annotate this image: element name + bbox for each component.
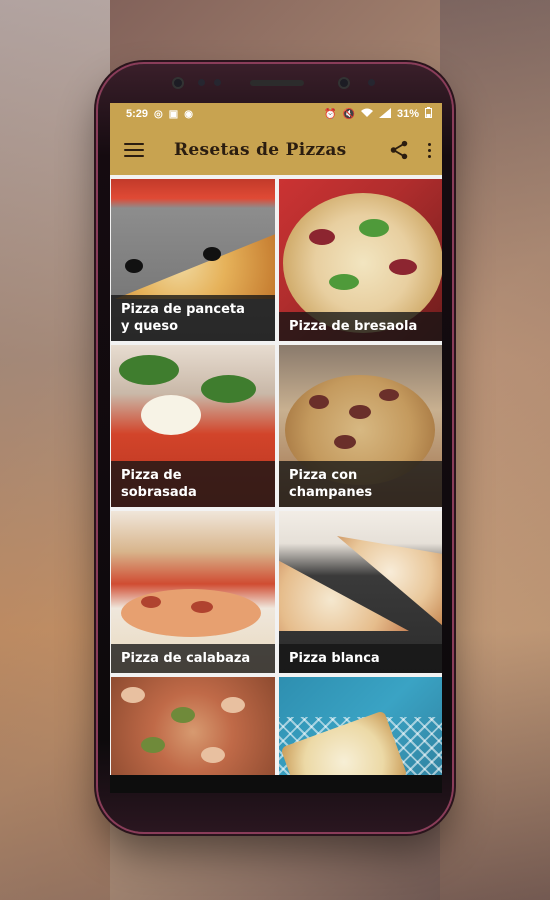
iris-scanner-icon: [338, 77, 350, 89]
navigation-bar: [110, 775, 442, 793]
topping: [191, 601, 213, 613]
status-bar: 5:29 ◎ ▣ ◉ ⏰ 🔇 31%: [110, 103, 442, 125]
recipe-title: Pizza de bresaola: [279, 312, 442, 341]
olive-decoration: [125, 259, 143, 273]
topping: [119, 355, 179, 385]
app-icon: ◉: [184, 108, 193, 120]
recipe-title: Pizza con champanes: [279, 461, 442, 507]
phone-speaker: [250, 80, 304, 86]
status-time: 5:29: [126, 108, 149, 120]
sensor-icon: [368, 79, 375, 86]
topping: [359, 219, 389, 237]
topping: [349, 405, 371, 419]
app-screen: 5:29 ◎ ▣ ◉ ⏰ 🔇 31% Resetas de Pizzas Piz…: [110, 103, 442, 793]
hamburger-menu-icon[interactable]: [124, 143, 144, 157]
topping: [141, 596, 161, 608]
battery-icon: [425, 107, 432, 121]
recipe-title: Pizza blanca: [279, 644, 442, 673]
more-vertical-icon[interactable]: [428, 142, 432, 158]
sensor-icon: [214, 79, 221, 86]
app-title: Resetas de Pizzas: [174, 140, 347, 160]
topping: [201, 747, 225, 763]
topping: [221, 697, 245, 713]
whatsapp-icon: ◎: [154, 108, 163, 120]
signal-icon: [378, 107, 391, 121]
topping: [334, 435, 356, 449]
topping: [201, 375, 256, 403]
app-bar: Resetas de Pizzas: [110, 125, 442, 175]
alarm-icon: ⏰: [324, 108, 337, 120]
mute-icon: 🔇: [342, 108, 355, 120]
recipe-title: Pizza de calabaza: [111, 644, 275, 673]
share-icon[interactable]: [388, 139, 410, 161]
topping: [389, 259, 417, 275]
recipe-title: Pizza de sobrasada: [111, 461, 275, 507]
recipe-card[interactable]: Pizza de calabaza: [111, 511, 275, 673]
topping: [329, 274, 359, 290]
recipe-card[interactable]: [279, 677, 442, 787]
wifi-icon: [360, 108, 373, 121]
background-blur-left: [0, 0, 110, 900]
topping: [141, 395, 201, 435]
recipe-title: Pizza de panceta y queso: [111, 295, 275, 341]
topping: [309, 229, 335, 245]
recipe-card[interactable]: Pizza con champanes: [279, 345, 442, 507]
topping: [309, 395, 329, 409]
image-icon: ▣: [168, 108, 179, 120]
front-camera-icon: [172, 77, 184, 89]
topping: [121, 687, 145, 703]
topping: [171, 707, 195, 723]
background-blur-right: [440, 0, 550, 900]
recipe-card[interactable]: [111, 677, 275, 787]
topping: [141, 737, 165, 753]
recipe-card[interactable]: Pizza blanca: [279, 511, 442, 673]
recipe-card[interactable]: Pizza de panceta y queso: [111, 179, 275, 341]
topping: [379, 389, 399, 401]
battery-percent: 31%: [396, 108, 419, 120]
recipe-card[interactable]: Pizza de sobrasada: [111, 345, 275, 507]
pizza-image: [121, 589, 261, 637]
recipe-grid: Pizza de panceta y queso Pizza de bresao…: [110, 175, 442, 787]
sensor-icon: [198, 79, 205, 86]
recipe-card[interactable]: Pizza de bresaola: [279, 179, 442, 341]
olive-decoration: [203, 247, 221, 261]
